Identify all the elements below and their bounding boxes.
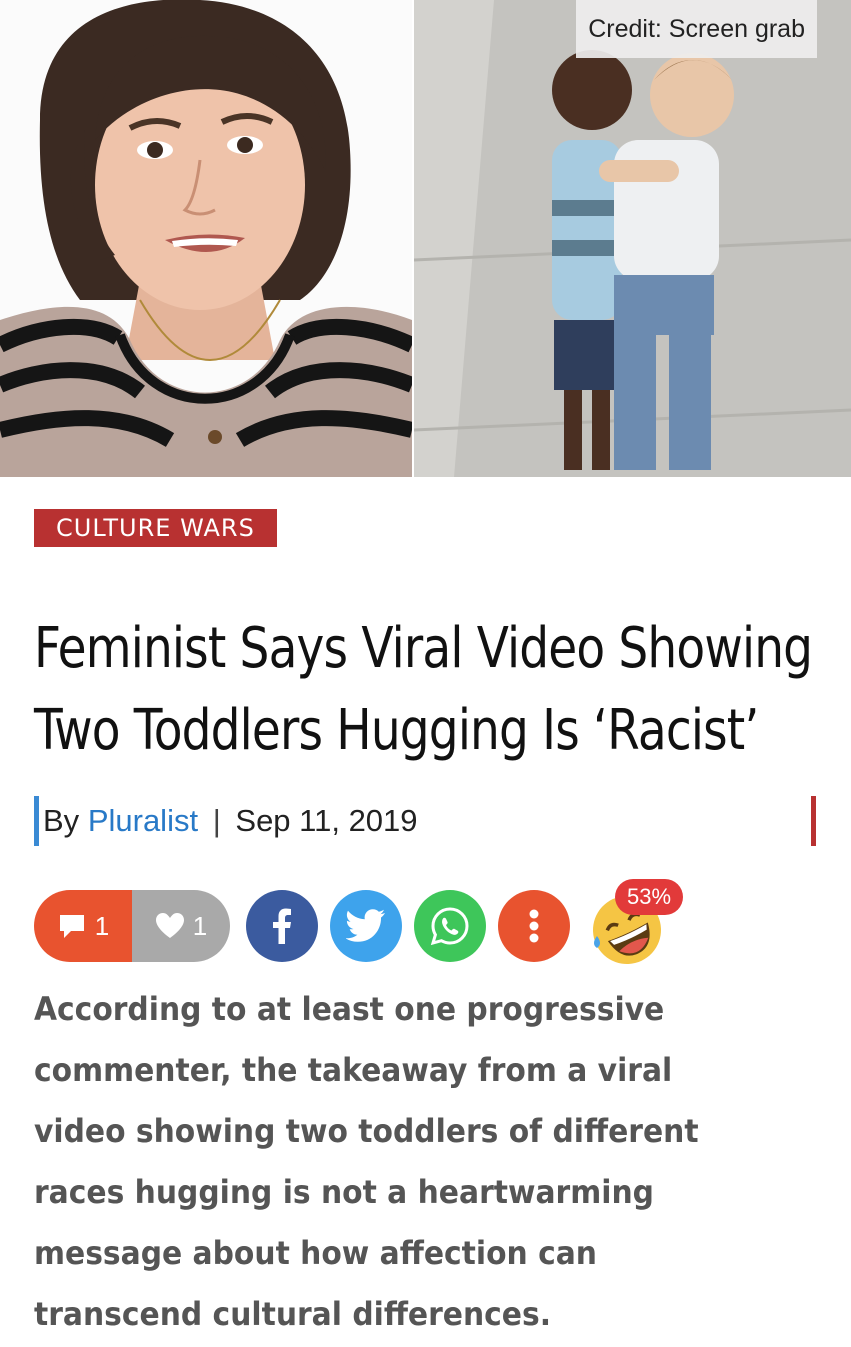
- byline-accent-bar: [811, 796, 816, 846]
- facebook-share-button[interactable]: [246, 890, 318, 962]
- category-tag[interactable]: CULTURE WARS: [34, 509, 277, 547]
- whatsapp-icon: [430, 906, 470, 946]
- author-link[interactable]: Pluralist: [88, 803, 198, 838]
- image-credit: Credit: Screen grab: [576, 0, 817, 58]
- more-options-icon: [529, 909, 539, 943]
- article-lede: According to at least one progressive co…: [34, 990, 699, 1333]
- comment-count: 1: [94, 910, 110, 941]
- woman-portrait-illustration: [0, 0, 412, 477]
- byline-separator: |: [212, 803, 221, 838]
- like-count: 1: [192, 910, 208, 941]
- reaction-percent-badge: 53%: [615, 879, 684, 915]
- twitter-share-button[interactable]: [330, 890, 402, 962]
- hero-image: Credit: Screen grab: [0, 0, 851, 477]
- publish-date: Sep 11, 2019: [235, 803, 418, 838]
- like-button[interactable]: 1: [132, 890, 230, 962]
- more-options-button[interactable]: [498, 890, 570, 962]
- whatsapp-share-button[interactable]: [414, 890, 486, 962]
- byline-prefix: By: [43, 803, 80, 838]
- byline: By Pluralist | Sep 11, 2019: [34, 796, 418, 846]
- facebook-icon: [272, 908, 292, 944]
- article-headline: Feminist Says Viral Video Showing Two To…: [34, 616, 813, 763]
- comments-button[interactable]: 1: [34, 890, 132, 962]
- heart-icon: [155, 912, 185, 940]
- twitter-icon: [346, 909, 386, 943]
- toddlers-hugging-image: [414, 0, 851, 477]
- comment-icon: [57, 912, 87, 940]
- share-bar: 1 1 53%: [34, 879, 814, 964]
- woman-portrait-image: [0, 0, 412, 477]
- toddlers-illustration: [414, 0, 851, 477]
